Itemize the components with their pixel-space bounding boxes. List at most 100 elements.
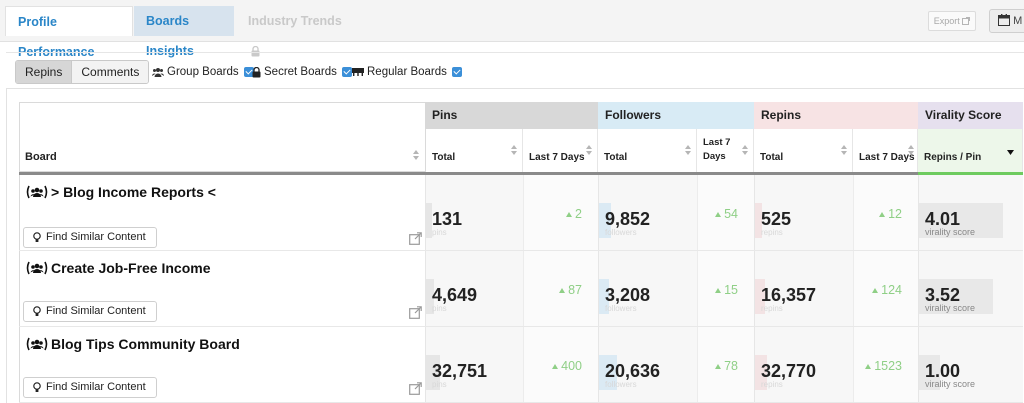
- external-link-icon: [409, 232, 422, 245]
- followers_delta-cell: 54: [697, 175, 754, 250]
- followers-ghost-label: followers: [605, 380, 637, 389]
- pins-cell: 4,649 pins: [425, 251, 523, 326]
- pins-value: 32,751: [432, 361, 488, 381]
- calendar-icon: [998, 14, 1010, 26]
- pins_delta-indicator: 87: [559, 283, 582, 297]
- repins-ghost-label: repins: [761, 228, 783, 237]
- up-arrow-icon: [559, 287, 566, 293]
- followers_delta-indicator: 15: [715, 283, 738, 297]
- repins-value: 16,357: [761, 285, 817, 305]
- export-label: Export: [933, 16, 960, 26]
- tab-boards-insights[interactable]: Boards Insights: [134, 6, 234, 58]
- tab-industry-trends-label: Industry Trends: [248, 14, 342, 28]
- top-tab-bar: Profile Performance Boards Insights Indu…: [0, 0, 1024, 59]
- sort-icon: [511, 145, 517, 155]
- followers-last7-line1: Last 7: [703, 137, 731, 148]
- sort-icon: [413, 150, 419, 160]
- pins-ghost-label: pins: [432, 304, 447, 313]
- board-name[interactable]: Create Job-Free Income: [26, 260, 211, 276]
- find-similar-content-button[interactable]: Find Similar Content: [23, 301, 157, 322]
- repins-value: 32,770: [761, 361, 817, 381]
- sort-icon: [685, 145, 691, 155]
- pins_delta-indicator: 400: [552, 359, 582, 373]
- repins-ghost-label: repins: [761, 380, 783, 389]
- comments-toggle-button[interactable]: Comments: [71, 61, 149, 83]
- repins-cell: 32,770 repins: [754, 327, 853, 402]
- up-arrow-icon: [715, 363, 722, 369]
- secret-boards-filter[interactable]: Secret Boards: [252, 66, 352, 78]
- pins-group-header: Pins: [425, 102, 598, 129]
- followers_delta-value: 54: [724, 207, 738, 221]
- followers-last7-header[interactable]: Last 7 Days: [697, 129, 754, 172]
- table-row: > Blog Income Reports < Find Similar Cont…: [19, 175, 1023, 251]
- secret-boards-checkbox[interactable]: [341, 67, 352, 77]
- followers_delta-value: 15: [724, 283, 738, 297]
- followers-last7-line2: Days: [703, 151, 726, 162]
- repins_delta-value: 1523: [874, 359, 902, 373]
- pins-value: 131: [432, 209, 463, 229]
- virality-group-header: Virality Score: [918, 102, 1023, 129]
- up-arrow-icon: [872, 287, 879, 293]
- board-name[interactable]: Blog Tips Community Board: [26, 336, 240, 352]
- board-name-text: > Blog Income Reports <: [51, 184, 216, 200]
- board-icon: [352, 68, 364, 76]
- repins-last7-header[interactable]: Last 7 Days: [853, 129, 918, 172]
- pins_delta-cell: 400: [523, 327, 598, 402]
- find-similar-label: Find Similar Content: [46, 305, 146, 317]
- board-header-label: Board: [25, 151, 57, 163]
- repins_delta-value: 12: [888, 207, 902, 221]
- up-arrow-icon: [865, 363, 872, 369]
- board-cell: Blog Tips Community Board Find Similar Co…: [19, 327, 425, 402]
- sort-icon: [742, 145, 748, 155]
- followers_delta-cell: 15: [697, 251, 754, 326]
- regular-boards-checkbox[interactable]: [451, 67, 462, 77]
- pins-ghost-label: pins: [432, 228, 447, 237]
- repins-value: 525: [761, 209, 792, 229]
- board-name-text: Blog Tips Community Board: [51, 336, 240, 352]
- pins-last7-label: Last 7 Days: [529, 152, 585, 163]
- board-name[interactable]: > Blog Income Reports <: [26, 184, 216, 200]
- date-range-label: M: [1013, 15, 1023, 27]
- external-link-icon: [962, 17, 971, 25]
- open-board-link[interactable]: [409, 306, 422, 324]
- find-similar-label: Find Similar Content: [46, 231, 146, 243]
- board-cell: Create Job-Free Income Find Similar Conte…: [19, 251, 425, 326]
- followers-value: 9,852: [605, 209, 651, 229]
- group-boards-filter[interactable]: Group Boards: [152, 66, 254, 78]
- pins_delta-value: 2: [575, 207, 582, 221]
- open-board-link[interactable]: [409, 382, 422, 400]
- pins-value: 4,649: [432, 285, 478, 305]
- repins_delta-cell: 1523: [853, 327, 918, 402]
- virality-score-label: virality score: [925, 227, 976, 237]
- regular-boards-filter[interactable]: Regular Boards: [352, 66, 462, 78]
- pins-total-header[interactable]: Total: [425, 129, 523, 172]
- followers_delta-value: 78: [724, 359, 738, 373]
- pins-last7-header[interactable]: Last 7 Days: [523, 129, 598, 172]
- find-similar-content-button[interactable]: Find Similar Content: [23, 227, 157, 248]
- group-icon: [152, 68, 164, 77]
- lightbulb-icon: [33, 232, 41, 242]
- followers-cell: 20,636 followers: [598, 327, 697, 402]
- followers-total-header[interactable]: Total: [598, 129, 697, 172]
- repins_delta-indicator: 1523: [865, 359, 902, 373]
- open-board-link[interactable]: [409, 232, 422, 250]
- virality-score-label: virality score: [925, 379, 976, 389]
- tab-industry-trends[interactable]: Industry Trends: [236, 6, 354, 57]
- followers-last7-label: Last 7 Days: [703, 136, 730, 164]
- pins-cell: 32,751 pins: [425, 327, 523, 402]
- external-link-icon: [409, 382, 422, 395]
- find-similar-content-button[interactable]: Find Similar Content: [23, 377, 157, 398]
- export-button[interactable]: Export: [928, 11, 976, 31]
- repins-total-label: Total: [760, 152, 784, 163]
- repins-toggle-button[interactable]: Repins: [16, 61, 72, 83]
- followers_delta-indicator: 54: [715, 207, 738, 221]
- date-range-button[interactable]: M: [989, 9, 1024, 33]
- sort-icon: [908, 145, 914, 155]
- repins-last7-label: Last 7 Days: [859, 152, 915, 163]
- repins-total-header[interactable]: Total: [754, 129, 853, 172]
- board-column-header[interactable]: Board: [19, 102, 425, 172]
- tab-profile-performance[interactable]: Profile Performance: [5, 6, 133, 59]
- repins-per-pin-header[interactable]: Repins / Pin: [918, 129, 1023, 172]
- table-row: Create Job-Free Income Find Similar Conte…: [19, 251, 1023, 327]
- pins-total-label: Total: [432, 152, 456, 163]
